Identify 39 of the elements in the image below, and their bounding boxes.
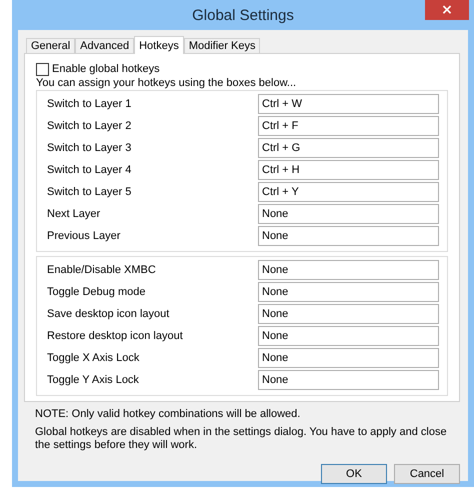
hotkey-field[interactable]: Ctrl + H: [258, 160, 439, 180]
hotkey-field[interactable]: None: [258, 226, 439, 246]
window-title: Global Settings: [192, 6, 294, 24]
hotkey-label: Next Layer: [47, 208, 102, 220]
hotkey-field[interactable]: Ctrl + G: [258, 138, 439, 158]
hotkey-field[interactable]: None: [258, 348, 439, 368]
hotkey-label: Switch to Layer 2: [47, 120, 132, 132]
checkbox[interactable]: [36, 62, 49, 76]
note-text: NOTE: Only valid hotkey combinations will be allowed.: [35, 408, 302, 421]
cancel-button[interactable]: Cancel: [394, 464, 460, 484]
note-text: Global hotkeys are disabled when in the settings dialog. You have to apply and close the settings before they will work.: [35, 426, 448, 452]
hotkey-label: Toggle X Axis Lock: [47, 352, 140, 364]
hotkey-label: Switch to Layer 4: [47, 164, 132, 176]
hotkey-field[interactable]: None: [258, 370, 439, 390]
hotkey-field[interactable]: None: [258, 282, 439, 302]
ok-button[interactable]: OK: [321, 464, 387, 484]
hotkey-field[interactable]: Ctrl + Y: [258, 182, 439, 202]
hotkey-label: Switch to Layer 3: [47, 142, 132, 154]
hotkey-field[interactable]: None: [258, 204, 439, 224]
tab[interactable]: Advanced: [75, 38, 134, 53]
hotkey-label: Toggle Debug mode: [47, 286, 146, 298]
hotkey-field[interactable]: Ctrl + F: [258, 116, 439, 136]
checkbox-label: Enable global hotkeys: [52, 63, 160, 75]
tab[interactable]: Modifier Keys: [184, 38, 260, 53]
close-button[interactable]: ×: [425, 0, 469, 20]
hotkey-label: Restore desktop icon layout: [47, 330, 184, 342]
intro-text: You can assign your hotkeys using the boxes below...: [36, 77, 298, 89]
hotkey-field[interactable]: None: [258, 304, 439, 324]
hotkey-label: Enable/Disable XMBC: [47, 264, 157, 276]
hotkey-field[interactable]: Ctrl + W: [258, 94, 439, 114]
hotkey-label: Toggle Y Axis Lock: [47, 374, 140, 386]
hotkey-label: Switch to Layer 1: [47, 98, 132, 110]
tab[interactable]: Hotkeys: [134, 36, 184, 54]
tab[interactable]: General: [26, 38, 76, 53]
hotkey-label: Previous Layer: [47, 230, 122, 242]
hotkey-label: Switch to Layer 5: [47, 186, 132, 198]
hotkey-field[interactable]: None: [258, 326, 439, 346]
hotkey-label: Save desktop icon layout: [47, 308, 170, 320]
hotkey-field[interactable]: None: [258, 260, 439, 280]
